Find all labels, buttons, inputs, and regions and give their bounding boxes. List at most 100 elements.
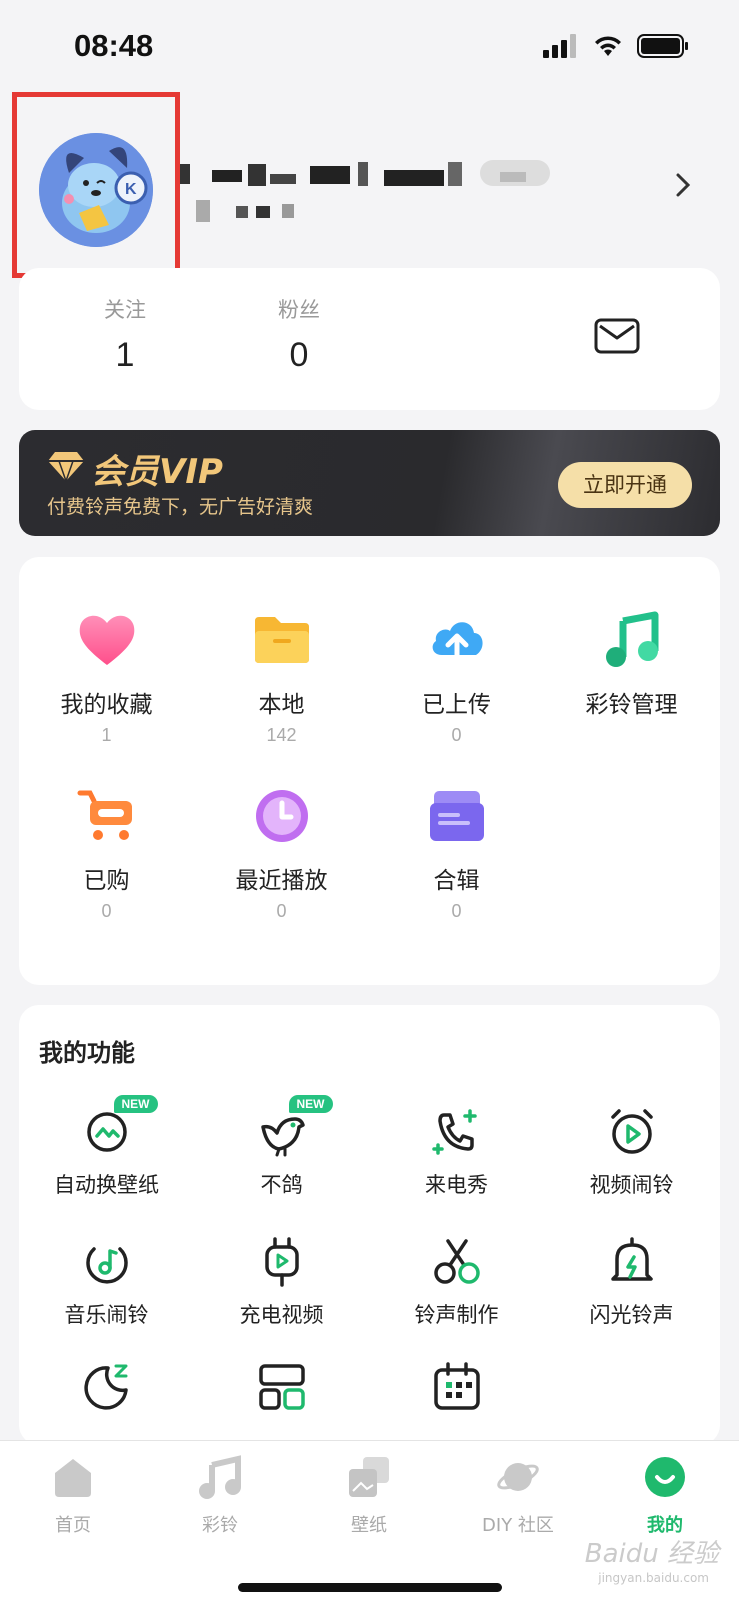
functions-card: 我的功能 NEW 自动换壁纸 NEW 不鸽 来电秀 视频闹铃 音乐闹铃 充电视频… bbox=[19, 1005, 720, 1445]
bottom-tab-bar: 首页 彩铃 壁纸 DIY 社区 我的 Baidu 经验 jingyan.baid… bbox=[0, 1440, 739, 1600]
charge-video-icon bbox=[264, 1237, 299, 1287]
stat-label: 关注 bbox=[104, 298, 146, 322]
status-icons bbox=[543, 34, 689, 58]
diamond-icon bbox=[48, 452, 84, 482]
func-widget[interactable] bbox=[194, 1360, 369, 1414]
album-icon bbox=[429, 791, 484, 841]
watermark-url: jingyan.baidu.com bbox=[598, 1571, 709, 1585]
library-item-favorites[interactable]: 我的收藏 1 bbox=[19, 609, 194, 746]
library-card: 我的收藏 1 本地 142 已上传 0 彩铃管理 已购 0 最近播放 0 合辑 … bbox=[19, 557, 720, 985]
vip-activate-button[interactable]: 立即开通 bbox=[558, 462, 692, 508]
stat-fans[interactable]: 粉丝 0 bbox=[239, 294, 359, 375]
tab-label: DIY 社区 bbox=[482, 1515, 554, 1536]
library-item-ringback[interactable]: 彩铃管理 bbox=[544, 609, 719, 719]
vip-subtitle: 付费铃声免费下，无广告好清爽 bbox=[47, 496, 314, 518]
library-item-recent[interactable]: 最近播放 0 bbox=[194, 785, 369, 922]
library-count: 0 bbox=[101, 901, 112, 921]
func-flash-ringtone[interactable]: 闪光铃声 bbox=[544, 1235, 719, 1329]
auto-wallpaper-icon bbox=[86, 1112, 127, 1152]
home-indicator bbox=[238, 1583, 502, 1592]
library-label: 本地 bbox=[258, 692, 305, 718]
func-label: 铃声制作 bbox=[414, 1303, 499, 1327]
library-count: 0 bbox=[276, 901, 287, 921]
bird-icon bbox=[260, 1117, 305, 1157]
sleep-moon-icon bbox=[83, 1364, 128, 1410]
library-label: 彩铃管理 bbox=[585, 692, 678, 718]
library-label: 合辑 bbox=[433, 868, 480, 894]
stat-label: 粉丝 bbox=[278, 298, 320, 322]
signal-icon bbox=[543, 34, 576, 58]
planet-icon bbox=[497, 1463, 539, 1491]
music-note-icon bbox=[605, 611, 658, 667]
vip-title: 会员VIP bbox=[91, 452, 223, 492]
battery-icon bbox=[637, 34, 688, 58]
chevron-right-icon[interactable] bbox=[675, 172, 691, 198]
func-calendar[interactable] bbox=[369, 1360, 544, 1414]
video-alarm-icon bbox=[610, 1109, 653, 1154]
func-auto-wallpaper[interactable]: NEW 自动换壁纸 bbox=[19, 1095, 194, 1199]
functions-title: 我的功能 bbox=[39, 1039, 135, 1067]
music-alarm-icon bbox=[85, 1247, 128, 1284]
func-label: 充电视频 bbox=[239, 1303, 324, 1327]
mail-icon[interactable] bbox=[594, 318, 640, 354]
func-bird[interactable]: NEW 不鸽 bbox=[194, 1095, 369, 1199]
cloud-upload-icon bbox=[432, 622, 483, 664]
tab-label: 首页 bbox=[55, 1515, 91, 1536]
library-item-local[interactable]: 本地 142 bbox=[194, 609, 369, 746]
func-label: 音乐闹铃 bbox=[64, 1303, 149, 1327]
stat-value: 1 bbox=[115, 336, 135, 374]
flash-bell-icon bbox=[610, 1237, 653, 1281]
library-count: 1 bbox=[101, 725, 112, 745]
library-label: 我的收藏 bbox=[60, 692, 153, 718]
watermark: Baidu 经验 bbox=[584, 1539, 719, 1569]
func-music-alarm[interactable]: 音乐闹铃 bbox=[19, 1235, 194, 1329]
avatar[interactable]: K bbox=[39, 133, 153, 247]
wallpaper-icon bbox=[349, 1457, 389, 1497]
new-badge: NEW bbox=[288, 1095, 333, 1113]
status-bar: 08:48 bbox=[0, 0, 739, 90]
calendar-icon bbox=[433, 1362, 480, 1410]
stat-following[interactable]: 关注 1 bbox=[65, 294, 185, 375]
func-label: 来电秀 bbox=[425, 1173, 488, 1197]
folder-icon bbox=[254, 617, 309, 663]
clock-icon bbox=[255, 790, 308, 842]
func-sleep[interactable] bbox=[19, 1360, 194, 1414]
avatar-highlight-box: K bbox=[12, 92, 180, 278]
library-item-album[interactable]: 合辑 0 bbox=[369, 785, 544, 922]
wifi-icon bbox=[595, 36, 621, 56]
library-item-uploaded[interactable]: 已上传 0 bbox=[369, 609, 544, 746]
phone-icon bbox=[431, 1109, 477, 1155]
tab-label: 壁纸 bbox=[351, 1515, 387, 1536]
vip-banner[interactable]: 会员VIP 付费铃声免费下，无广告好清爽 立即开通 bbox=[19, 430, 720, 536]
func-label: 闪光铃声 bbox=[589, 1303, 674, 1327]
profile-header[interactable]: K bbox=[0, 90, 739, 278]
tab-wallpaper[interactable]: 壁纸 bbox=[309, 1455, 429, 1537]
tab-label: 彩铃 bbox=[202, 1515, 238, 1536]
library-label: 已上传 bbox=[422, 692, 491, 718]
tab-me[interactable]: 我的 bbox=[605, 1455, 725, 1537]
func-label: 自动换壁纸 bbox=[54, 1173, 159, 1197]
tab-home[interactable]: 首页 bbox=[13, 1455, 133, 1537]
library-item-purchased[interactable]: 已购 0 bbox=[19, 785, 194, 922]
widget-icon bbox=[258, 1364, 305, 1410]
svg-text:K: K bbox=[125, 181, 137, 198]
tab-ringback[interactable]: 彩铃 bbox=[160, 1455, 280, 1537]
func-video-alarm[interactable]: 视频闹铃 bbox=[544, 1105, 719, 1199]
func-charge-video[interactable]: 充电视频 bbox=[194, 1235, 369, 1329]
func-ringtone-maker[interactable]: 铃声制作 bbox=[369, 1235, 544, 1329]
new-badge: NEW bbox=[113, 1095, 158, 1113]
library-count: 0 bbox=[451, 901, 462, 921]
func-caller-show[interactable]: 来电秀 bbox=[369, 1105, 544, 1199]
scissors-icon bbox=[433, 1239, 480, 1284]
status-time: 08:48 bbox=[74, 28, 154, 63]
home-icon bbox=[55, 1459, 91, 1497]
library-label: 已购 bbox=[83, 868, 130, 894]
library-count: 142 bbox=[266, 725, 297, 745]
func-label: 视频闹铃 bbox=[589, 1173, 674, 1197]
stats-card: 关注 1 粉丝 0 bbox=[19, 268, 720, 410]
stat-value: 0 bbox=[289, 336, 309, 374]
tab-diy-community[interactable]: DIY 社区 bbox=[458, 1455, 578, 1537]
cart-icon bbox=[77, 790, 132, 840]
music-icon bbox=[199, 1455, 241, 1499]
username-redacted bbox=[180, 160, 550, 222]
